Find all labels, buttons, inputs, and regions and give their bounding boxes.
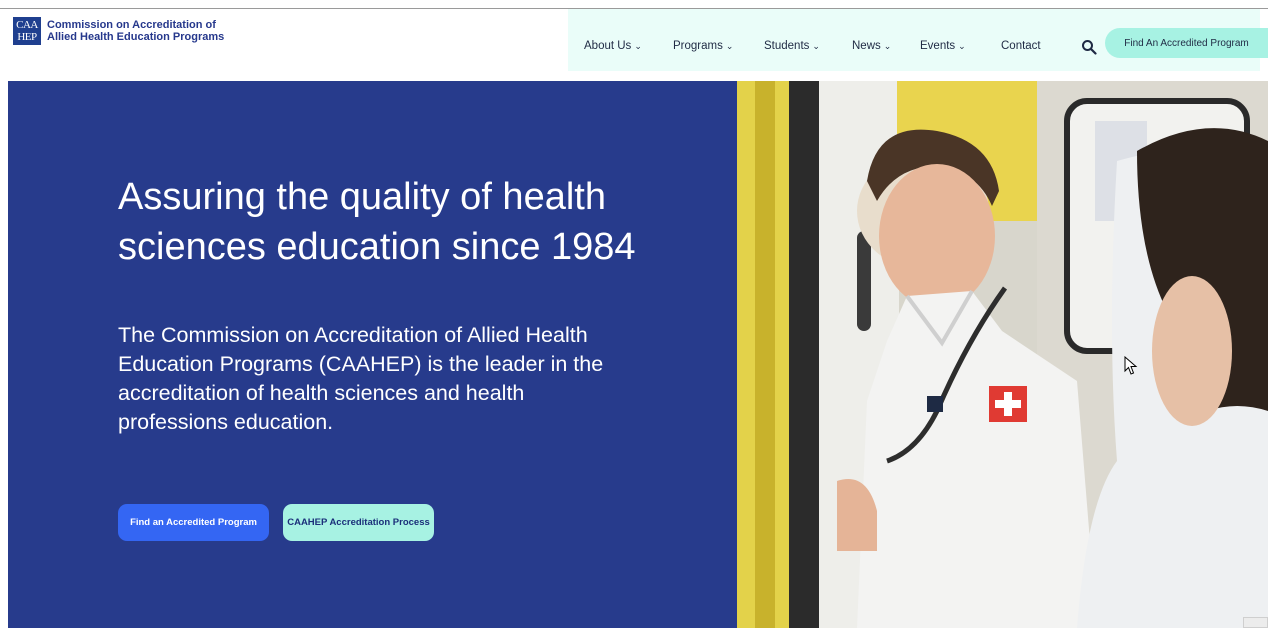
hero-description: The Commission on Accreditation of Allie… — [118, 323, 604, 434]
logo-mark-top: CAA — [16, 19, 38, 31]
window-top-border — [0, 0, 1268, 9]
chevron-down-icon: ⌄ — [725, 40, 734, 51]
main-nav: About Us ⌄ Programs ⌄ Students ⌄ News ⌄ … — [576, 40, 1061, 52]
nav-label: Programs — [673, 40, 723, 52]
nav-item-programs[interactable]: Programs ⌄ — [673, 40, 764, 52]
chevron-down-icon: ⌄ — [634, 40, 642, 51]
scroll-to-top-button[interactable] — [1243, 617, 1268, 628]
hero-title: Assuring the quality of health sciences … — [118, 176, 636, 268]
org-name-line-2: Allied Health Education Programs — [47, 31, 225, 43]
nav-label: About Us — [584, 40, 632, 52]
mouse-cursor-icon — [1124, 356, 1138, 375]
nav-label: Events — [920, 40, 956, 52]
nav-item-contact[interactable]: Contact — [1001, 40, 1061, 52]
org-name: Commission on Accreditation of Allied He… — [47, 19, 224, 43]
caahep-logo-mark: CAA HEP — [13, 17, 41, 45]
nav-item-about-us[interactable]: About Us ⌄ — [584, 40, 673, 52]
accreditation-process-button[interactable]: CAAHEP Accreditation Process — [283, 504, 434, 541]
chevron-down-icon: ⌄ — [883, 40, 892, 51]
hero-section: Assuring the quality of health sciences … — [8, 81, 737, 628]
find-accredited-program-nav-button[interactable]: Find An Accredited Program — [1105, 28, 1268, 58]
nav-item-news[interactable]: News ⌄ — [852, 40, 920, 52]
nav-label: Contact — [1001, 40, 1041, 52]
logo-mark-bottom: HEP — [17, 31, 37, 43]
chevron-down-icon: ⌄ — [958, 40, 966, 51]
search-icon[interactable] — [1081, 39, 1097, 55]
nav-item-students[interactable]: Students ⌄ — [764, 40, 852, 52]
hero-photo-paramedics — [737, 81, 1268, 628]
chevron-down-icon: ⌄ — [812, 40, 820, 51]
nav-label: News — [852, 40, 881, 52]
nav-label: Students — [764, 40, 810, 52]
nav-item-events[interactable]: Events ⌄ — [920, 40, 1001, 52]
site-logo[interactable]: CAA HEP Commission on Accreditation of A… — [13, 17, 224, 45]
find-accredited-program-button[interactable]: Find an Accredited Program — [118, 504, 269, 541]
org-name-line-1: Commission on Accreditation of — [47, 19, 216, 31]
